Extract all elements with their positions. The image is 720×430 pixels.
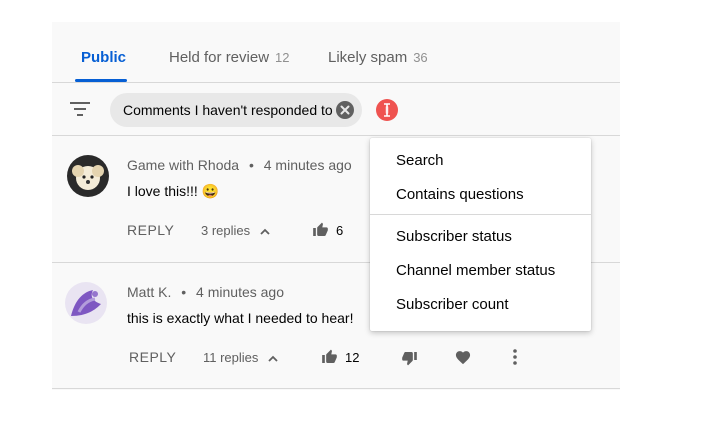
tab-held-for-review[interactable]: Held for review 12 [169, 49, 290, 66]
view-replies-button[interactable]: 11 replies [203, 350, 278, 365]
meta-separator: • [248, 157, 254, 173]
comment-time[interactable]: 4 minutes ago [196, 284, 284, 300]
tab-spam-count: 36 [413, 50, 428, 65]
comment-author[interactable]: Game with Rhoda [127, 157, 239, 173]
view-replies-button[interactable]: 3 replies [201, 223, 270, 238]
comment-author[interactable]: Matt K. [127, 284, 171, 300]
menu-item-subscriber-count[interactable]: Subscriber count [396, 296, 509, 313]
tab-held-count: 12 [275, 50, 290, 65]
more-options-icon[interactable] [513, 349, 517, 365]
filter-chip-label: Comments I haven't responded to [123, 102, 333, 118]
comment-text: I love this!!! 😀 [127, 183, 220, 199]
heart-icon[interactable] [454, 349, 472, 366]
comment-divider [52, 388, 620, 389]
comment-author-meta: Matt K. • 4 minutes ago [127, 284, 284, 300]
menu-item-channel-member-status[interactable]: Channel member status [396, 262, 555, 279]
like-count: 6 [336, 223, 344, 238]
filter-icon[interactable] [70, 100, 90, 118]
alert-icon[interactable] [376, 99, 398, 121]
comment-time[interactable]: 4 minutes ago [264, 157, 352, 173]
comment-text: this is exactly what I needed to hear! [127, 310, 354, 326]
chevron-up-icon [260, 228, 270, 235]
replies-count: 3 replies [201, 223, 251, 238]
chevron-up-icon [268, 355, 278, 362]
avatar[interactable] [67, 155, 109, 197]
tab-spam-label: Likely spam [328, 49, 408, 66]
filter-divider [52, 135, 620, 136]
menu-divider [370, 214, 591, 215]
tab-public[interactable]: Public [81, 49, 126, 66]
close-icon[interactable] [336, 101, 354, 119]
menu-item-search[interactable]: Search [396, 152, 444, 169]
thumbs-up-icon[interactable] [312, 222, 329, 238]
menu-item-subscriber-status[interactable]: Subscriber status [396, 228, 512, 245]
filter-chip[interactable]: Comments I haven't responded to [110, 93, 362, 127]
tab-public-label: Public [81, 49, 127, 66]
reply-button[interactable]: REPLY [129, 349, 176, 365]
tabs-divider [52, 82, 620, 83]
filter-menu: Search Contains questions Subscriber sta… [370, 138, 591, 331]
avatar[interactable] [65, 282, 107, 324]
like-count: 12 [345, 350, 360, 365]
tab-likely-spam[interactable]: Likely spam 36 [328, 49, 428, 66]
meta-separator: • [181, 284, 187, 300]
thumbs-up-icon[interactable] [321, 349, 338, 365]
thumbs-down-icon[interactable] [401, 350, 418, 366]
comment-author-meta: Game with Rhoda • 4 minutes ago [127, 157, 352, 173]
menu-item-contains-questions[interactable]: Contains questions [396, 186, 524, 203]
tab-held-label: Held for review [169, 49, 270, 66]
reply-button[interactable]: REPLY [127, 222, 174, 238]
replies-count: 11 replies [203, 350, 259, 365]
